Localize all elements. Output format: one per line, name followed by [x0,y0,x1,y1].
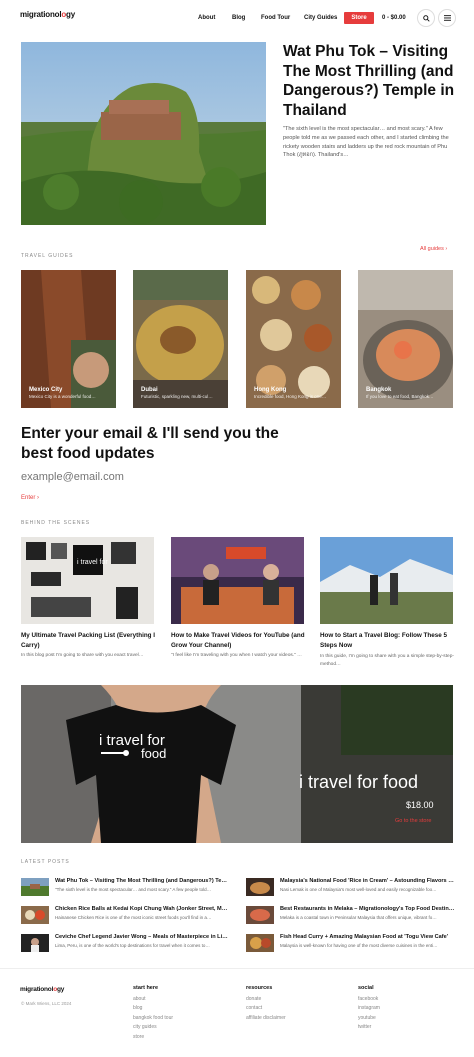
logo-text: migrationol [20,986,54,993]
svg-text:i travel for: i travel for [77,559,108,566]
menu-button[interactable] [438,9,456,27]
footer-link-donate[interactable]: donate [246,995,286,1004]
footer-heading-resources: resources [246,985,273,991]
bts-title-blog[interactable]: How to Start a Travel Blog: Follow These… [320,631,455,651]
latest-thumb[interactable] [246,906,274,924]
latest-excerpt: Lima, Peru, is one of the world's top de… [55,943,210,948]
guide-desc: Futuristic, sparkling new, multi-cul… [141,394,213,399]
hero-image[interactable] [21,42,266,225]
bts-image-packing[interactable]: i travel for [21,537,154,624]
guide-card-mexico-city[interactable]: Mexico City Mexico City is a wonderful fo… [21,270,116,408]
guide-title: Hong Kong [254,387,287,393]
site-logo[interactable]: migrationology [20,10,75,19]
chevron-right-icon: › [445,246,448,252]
latest-thumb[interactable] [246,934,274,952]
guide-title: Bangkok [366,387,392,393]
latest-thumb[interactable] [246,878,274,896]
logo-text-end: gy [66,10,75,19]
footer-logo[interactable]: migrationology [20,986,64,993]
latest-title[interactable]: Wat Phu Tok – Visiting The Most Thrillin… [55,878,233,884]
all-guides-link[interactable]: All guides › [420,246,447,252]
footer-link-bangkok-food-tour[interactable]: bangkok food tour [133,1014,173,1023]
latest-thumb[interactable] [21,906,49,924]
logo-text: migrationol [20,10,62,19]
guide-card-bangkok[interactable]: Bangkok If you love to eat food, Bangkok… [358,270,453,408]
guide-desc: Mexico City is a wonderful food… [29,394,96,399]
footer-divider [0,968,474,969]
bts-title-packing[interactable]: My Ultimate Travel Packing List (Everyth… [21,631,156,651]
bts-title-videos[interactable]: How to Make Travel Videos for YouTube (a… [171,631,306,651]
hero-excerpt: "The sixth level is the most spectacular… [283,126,449,159]
footer-heading-social: social [358,985,374,991]
nav-food-tour[interactable]: Food Tour [261,15,290,21]
store-banner[interactable]: i travel for food [21,685,453,843]
footer-link-affiliate-disclaimer[interactable]: affiliate disclaimer [246,1014,286,1023]
enter-label: Enter [21,495,36,501]
footer-link-city-guides[interactable]: city guides [133,1023,173,1032]
footer-link-contact[interactable]: contact [246,1004,286,1013]
behind-scenes-label: BEHIND THE SCENES [21,520,91,526]
nav-blog[interactable]: Blog [232,15,245,21]
search-icon [422,14,430,22]
latest-excerpt: Nasi Lemak is one of Malaysia's most wel… [280,887,437,892]
banner-price: $18.00 [406,800,434,810]
hero-title[interactable]: Wat Phu Tok – Visiting The Most Thrillin… [283,42,458,120]
latest-posts-label: LATEST POSTS [21,859,70,865]
bts-image-videos[interactable] [171,537,304,624]
search-button[interactable] [417,9,435,27]
copyright: © Mark Wiens, LLC 2024 [21,1001,72,1006]
banner-title: i travel for food [299,772,419,792]
chevron-right-icon: › [37,495,40,501]
latest-excerpt: Malaysia is well-known for having one of… [280,943,438,948]
nav-about[interactable]: About [198,15,215,21]
footer-link-instagram[interactable]: instagram [358,1004,380,1013]
latest-excerpt: Hainanese Chicken Rice is one of the mos… [55,915,212,920]
latest-excerpt: "The sixth level is the most spectacular… [55,887,212,892]
latest-title[interactable]: Ceviche Chef Legend Javier Wong – Meals … [55,934,233,940]
latest-title[interactable]: Fish Head Curry + Amazing Malaysian Food… [280,934,458,940]
travel-guides-label: TRAVEL GUIDES [21,253,74,259]
guide-card-hong-kong[interactable]: Hong Kong Incredible food, Hong Kong is o… [246,270,341,408]
latest-title[interactable]: Chicken Rice Balls at Kedai Kopi Chung W… [55,906,233,912]
latest-title[interactable]: Malaysia's National Food 'Rice in Cream'… [280,878,458,884]
go-to-store-link[interactable]: Go to the store [395,818,431,824]
footer-link-twitter[interactable]: twitter [358,1023,380,1032]
email-field[interactable] [21,471,271,483]
enter-button[interactable]: Enter › [21,495,39,501]
bts-excerpt-packing: In this blog post I'm going to share wit… [21,653,144,658]
bts-image-blog[interactable] [320,537,453,624]
bts-excerpt-videos: "I feel like I'm traveling with you when… [171,653,302,658]
shirt-text-line2: food [141,746,166,761]
footer-link-about[interactable]: about [133,995,173,1004]
footer-link-blog[interactable]: blog [133,1004,173,1013]
guide-desc: If you love to eat food, Bangkok… [366,394,434,399]
all-guides-label: All guides [420,246,444,252]
cart-link[interactable]: 0 - $0.00 [382,15,406,21]
footer-link-facebook[interactable]: facebook [358,995,380,1004]
nav-city-guides[interactable]: City Guides [304,15,337,21]
guide-card-dubai[interactable]: Dubai Futuristic, sparkling new, multi-cu… [133,270,228,408]
latest-excerpt: Melaka is a coastal town in Peninsular M… [280,915,437,920]
guide-title: Mexico City [29,387,63,393]
menu-icon [443,15,451,21]
newsletter-heading: Enter your email & I'll send you the bes… [21,425,279,462]
footer-link-youtube[interactable]: youtube [358,1014,380,1023]
bts-excerpt-blog: In this guide, I'm going to share with y… [320,654,454,667]
latest-title[interactable]: Best Restaurants in Melaka – Migrationol… [280,906,458,912]
guide-title: Dubai [141,387,158,393]
latest-thumb[interactable] [21,878,49,896]
footer-link-store[interactable]: store [133,1033,173,1042]
store-button[interactable]: Store [344,12,374,24]
logo-text-end: gy [56,986,65,993]
guide-desc: Incredible food, Hong Kong is one… [254,394,327,399]
footer-heading-start-here: start here [133,985,159,991]
latest-thumb[interactable] [21,934,49,952]
